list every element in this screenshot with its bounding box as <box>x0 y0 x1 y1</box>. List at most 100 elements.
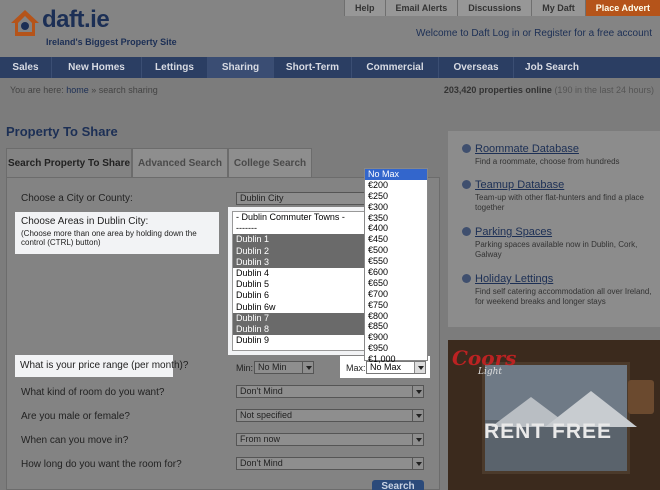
max-option[interactable]: €450 <box>365 234 427 245</box>
arrow-right-icon <box>462 180 471 189</box>
nav-lettings[interactable]: Lettings <box>142 57 208 78</box>
area-option[interactable]: Dublin 3 <box>233 256 366 268</box>
gender-select[interactable]: Not specified <box>236 409 424 422</box>
discussions-link[interactable]: Discussions <box>457 0 532 16</box>
breadcrumb-bar: You are here: home » search sharing 203,… <box>0 82 660 99</box>
room-label: What kind of room do you want? <box>21 387 165 398</box>
city-label: Choose a City or County: <box>21 193 133 204</box>
max-option[interactable]: €500 <box>365 245 427 256</box>
arrow-right-icon <box>462 274 471 283</box>
area-option[interactable]: Dublin 9 <box>233 335 366 346</box>
max-option[interactable]: €700 <box>365 289 427 300</box>
areas-label: Choose Areas in Dublin City: <box>21 216 149 227</box>
max-option[interactable]: €350 <box>365 213 427 224</box>
area-option[interactable]: Dublin 2 <box>233 245 366 257</box>
chevron-down-icon <box>412 386 423 397</box>
property-count: 203,420 properties online <box>443 85 552 95</box>
gender-select-value: Not specified <box>240 410 293 420</box>
login-link[interactable]: Log in <box>492 28 519 39</box>
email-alerts-link[interactable]: Email Alerts <box>384 0 458 16</box>
ad-window-image <box>482 362 637 474</box>
search-button[interactable]: Search <box>372 480 424 490</box>
chevron-down-icon <box>412 410 423 421</box>
my-daft-link[interactable]: My Daft <box>531 0 585 16</box>
help-link[interactable]: Help <box>344 0 385 16</box>
max-option[interactable]: €550 <box>365 256 427 267</box>
sidebar-item-title[interactable]: Holiday Lettings <box>475 273 553 285</box>
sidebar-item-desc: Parking spaces available now in Dublin, … <box>475 240 638 259</box>
nav-short-term[interactable]: Short-Term <box>274 57 352 78</box>
ad-decor <box>628 380 654 414</box>
movein-select-value: From now <box>240 434 281 444</box>
nav-new-homes[interactable]: New Homes <box>52 57 142 78</box>
area-option[interactable]: ------- <box>233 223 366 234</box>
max-label: Max: <box>346 363 366 373</box>
brand-tagline: Ireland's Biggest Property Site <box>46 37 177 47</box>
sidebar-item-desc: Find self catering accommodation all ove… <box>475 287 652 306</box>
gender-label: Are you male or female? <box>21 411 130 422</box>
house-logo-icon <box>11 10 39 36</box>
max-option[interactable]: No Max <box>365 169 427 180</box>
chevron-down-icon <box>302 362 313 373</box>
duration-select[interactable]: Don't Mind <box>236 457 424 470</box>
breadcrumb: You are here: home » search sharing <box>10 85 158 95</box>
max-option[interactable]: €600 <box>365 267 427 278</box>
main-nav: Sales New Homes Lettings Sharing Short-T… <box>0 57 660 78</box>
area-option[interactable]: Dublin 5 <box>233 279 366 290</box>
max-option[interactable]: €400 <box>365 223 427 234</box>
nav-job-search[interactable]: Job Search <box>514 57 590 78</box>
max-option[interactable]: €650 <box>365 278 427 289</box>
sidebar-item-title[interactable]: Parking Spaces <box>475 226 552 238</box>
nav-overseas[interactable]: Overseas <box>439 57 514 78</box>
top-links: Help Email Alerts Discussions My Daft Pl… <box>344 0 660 16</box>
max-option[interactable]: €250 <box>365 191 427 202</box>
city-select-value: Dublin City <box>240 193 284 203</box>
place-advert-link[interactable]: Place Advert <box>584 0 660 16</box>
sidebar-item-desc: Team-up with other flat-hunters and find… <box>475 193 644 212</box>
min-price-select[interactable]: No Min <box>254 361 314 374</box>
room-select-value: Don't Mind <box>240 386 283 396</box>
area-option[interactable]: Dublin 1 <box>233 234 366 246</box>
sidebar-item-title[interactable]: Teamup Database <box>475 179 564 191</box>
nav-commercial[interactable]: Commercial <box>352 57 439 78</box>
arrow-right-icon <box>462 227 471 236</box>
area-option[interactable]: Dublin 4 <box>233 268 366 279</box>
areas-listbox[interactable]: - Dublin Commuter Towns - ------- Dublin… <box>232 211 367 351</box>
room-select[interactable]: Don't Mind <box>236 385 424 398</box>
tab-search-property[interactable]: Search Property To Share <box>6 148 132 178</box>
breadcrumb-home-link[interactable]: home <box>66 85 89 95</box>
max-price-dropdown[interactable]: No Max €200 €250 €300 €350 €400 €450 €50… <box>364 168 428 364</box>
area-option[interactable]: Dublin 8 <box>233 323 366 336</box>
daft-logo[interactable]: daft.ie Ireland's Biggest Property Site <box>10 6 177 52</box>
min-price-value: No Min <box>258 362 287 372</box>
max-option[interactable]: €900 <box>365 332 427 343</box>
sidebar-item-desc: Find a roommate, choose from hundreds <box>475 157 620 166</box>
max-option[interactable]: €850 <box>365 321 427 332</box>
nav-sales[interactable]: Sales <box>0 57 52 78</box>
register-link[interactable]: Register for a free account <box>534 28 652 39</box>
welcome-prefix: Welcome to Daft <box>415 28 493 39</box>
chevron-down-icon <box>412 458 423 469</box>
duration-select-value: Don't Mind <box>240 458 283 468</box>
max-option[interactable]: €200 <box>365 180 427 191</box>
duration-label: How long do you want the room for? <box>21 459 182 470</box>
breadcrumb-prefix: You are here: <box>10 85 67 95</box>
tab-college-search[interactable]: College Search <box>228 148 312 177</box>
max-option[interactable]: €300 <box>365 202 427 213</box>
nav-sharing[interactable]: Sharing <box>208 57 274 78</box>
area-option[interactable]: - Dublin Commuter Towns - <box>233 212 366 223</box>
page-title: Property To Share <box>6 124 118 139</box>
price-label-box: What is your price range (per month)? <box>15 355 188 377</box>
tab-advanced-search[interactable]: Advanced Search <box>132 148 228 177</box>
area-option[interactable]: Dublin 6 <box>233 290 366 301</box>
sidebar-item-title[interactable]: Roommate Database <box>475 143 579 155</box>
area-option[interactable]: Dublin 6w <box>233 302 366 313</box>
movein-select[interactable]: From now <box>236 433 424 446</box>
arrow-right-icon <box>462 144 471 153</box>
area-option[interactable]: Dublin 7 <box>233 312 366 324</box>
coors-light-ad[interactable]: Coors Light RENT FREE <box>448 340 660 490</box>
max-option[interactable]: €950 <box>365 343 427 354</box>
max-option[interactable]: €800 <box>365 311 427 322</box>
max-option[interactable]: €750 <box>365 300 427 311</box>
max-option[interactable]: €1,000 <box>365 354 427 365</box>
